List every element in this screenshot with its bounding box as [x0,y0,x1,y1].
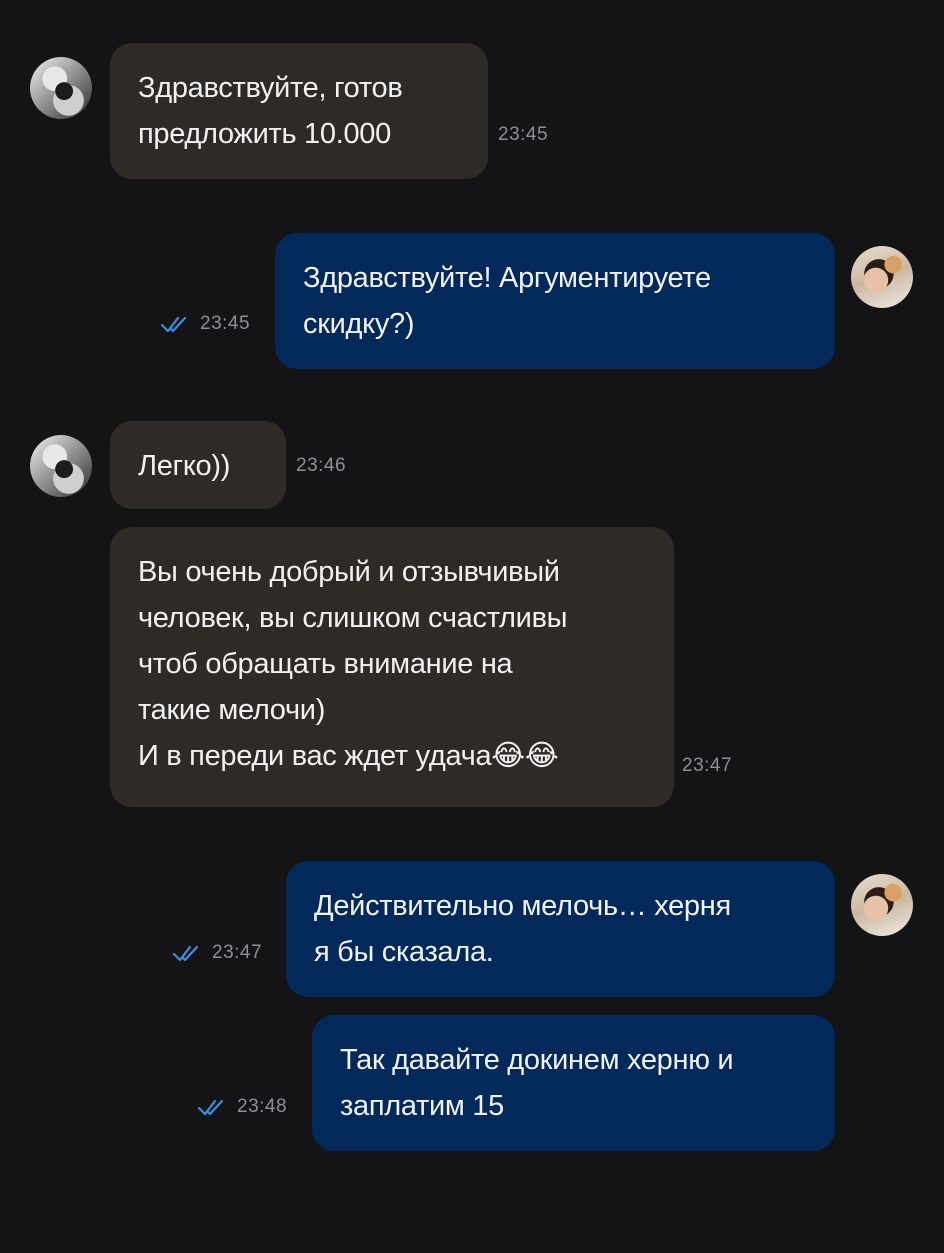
message-bubble-outgoing[interactable]: Здравствуйте! Аргументируете скидку?) [275,233,835,369]
message-timestamp: 23:48 [237,1096,288,1117]
message-bubble-incoming[interactable]: Легко)) [110,421,286,509]
message-timestamp: 23:46 [296,455,347,476]
double-check-icon [197,1099,224,1116]
message-bubble-incoming[interactable]: Вы очень добрый и отзывчивый человек, вы… [110,527,674,807]
user-avatar[interactable] [851,246,913,308]
message-timestamp: 23:47 [682,755,733,776]
message-status: 23:45 [160,313,250,335]
message-status: 23:47 [172,942,262,964]
message-bubble-outgoing[interactable]: Действительно мелочь… херня я бы сказала… [286,861,835,997]
user-avatar[interactable] [851,874,913,936]
double-check-icon [172,945,199,962]
contact-avatar[interactable] [30,435,92,497]
message-timestamp: 23:47 [212,942,263,963]
message-bubble-outgoing[interactable]: Так давайте докинем херню и заплатим 15 [312,1015,835,1151]
double-check-icon [160,316,187,333]
message-bubble-incoming[interactable]: Здравствуйте, готов предложить 10.000 [110,43,488,179]
message-timestamp: 23:45 [498,124,549,145]
message-status: 23:48 [197,1096,287,1118]
message-timestamp: 23:45 [200,313,251,334]
contact-avatar[interactable] [30,57,92,119]
